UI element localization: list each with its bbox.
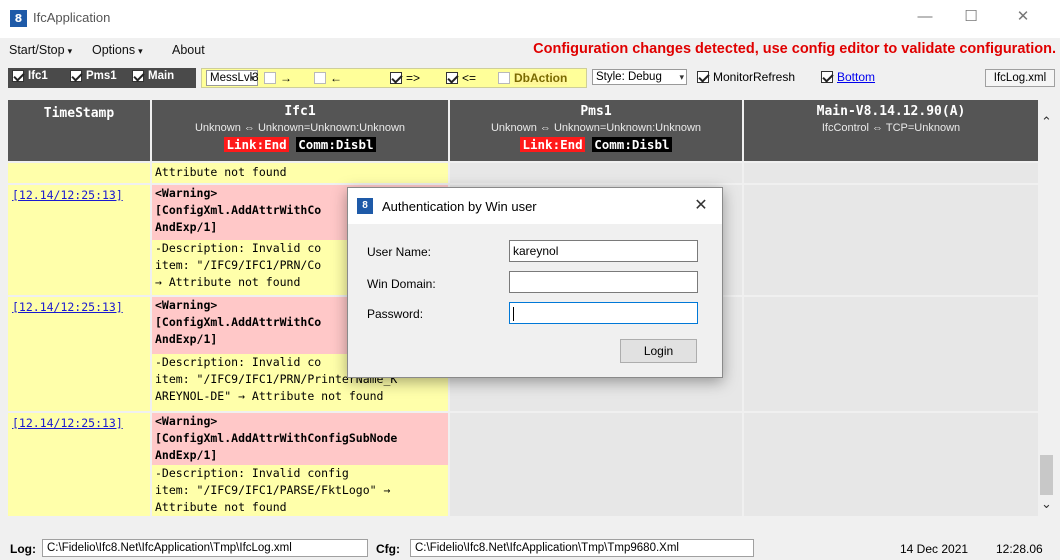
title-bar: 8 IfcApplication — ☐ ✕	[0, 0, 1060, 38]
dialog-title: Authentication by Win user	[382, 199, 537, 214]
app-icon: 8	[10, 10, 27, 27]
checkbox[interactable]	[264, 72, 276, 84]
table-row-message: Attribute not found	[152, 163, 448, 183]
column-header-ifc1[interactable]: Ifc1 Unknown ⇔ Unknown=Unknown:Unknown L…	[152, 100, 450, 161]
menu-options[interactable]: Options ▾	[92, 43, 143, 57]
scroll-up-icon[interactable]: ⌃	[1038, 114, 1055, 131]
checkbox[interactable]	[12, 70, 24, 82]
table-row-timestamp	[8, 163, 150, 183]
channel-toggle-group: Ifc1 Pms1 Main	[8, 68, 196, 88]
toggle-send[interactable]: =>	[390, 71, 420, 85]
scroll-thumb[interactable]	[1040, 455, 1053, 495]
minimize-button[interactable]: —	[902, 0, 948, 34]
checkbox[interactable]	[132, 70, 144, 82]
table-cell	[450, 163, 742, 183]
filter-group: MessLvl3 ▾ → ← => <= DbAction	[201, 68, 587, 88]
scroll-down-icon[interactable]: ⌄	[1038, 496, 1055, 513]
log-label: Log:	[10, 542, 36, 556]
checkbox[interactable]	[390, 72, 402, 84]
table-cell	[450, 413, 742, 516]
link-status-badge: Link:End	[520, 137, 585, 152]
toggle-pms1[interactable]: Pms1	[70, 70, 117, 82]
win-domain-field[interactable]	[509, 271, 698, 293]
chevron-down-icon: ▾	[679, 72, 684, 82]
column-header-pms1[interactable]: Pms1 Unknown ⇔ Unknown=Unknown:Unknown L…	[450, 100, 744, 161]
maximize-button[interactable]: ☐	[948, 0, 994, 34]
comm-status-badge: Comm:Disbl	[592, 137, 672, 152]
style-select[interactable]: Style: Debug ▾	[592, 69, 687, 85]
status-date: 14 Dec 2021	[900, 542, 969, 556]
table-cell	[744, 185, 1038, 295]
user-name-label: User Name:	[367, 245, 432, 259]
timestamp-link[interactable]: [12.14/12:25:13]	[8, 413, 150, 516]
password-label: Password:	[367, 307, 424, 321]
close-button[interactable]: ✕	[1000, 0, 1046, 34]
link-status-badge: Link:End	[224, 137, 289, 152]
toggle-arrow-left[interactable]: ←	[314, 71, 342, 85]
table-cell	[744, 413, 1038, 516]
checkbox[interactable]	[697, 71, 709, 83]
dialog-title-bar: 8 Authentication by Win user ✕	[348, 188, 722, 224]
toolbar: Ifc1 Pms1 Main MessLvl3 ▾ → ← => <= DbAct…	[0, 66, 1060, 92]
authentication-dialog: 8 Authentication by Win user ✕ User Name…	[347, 187, 723, 378]
text-cursor	[513, 306, 514, 321]
menu-bar: Start/Stop ▾ Options ▾ About Configuration…	[0, 38, 1060, 62]
vertical-scrollbar[interactable]: ⌃ ⌄	[1038, 100, 1055, 516]
chevron-down-icon: ▾	[250, 73, 255, 83]
password-field[interactable]	[509, 302, 698, 324]
toggle-monitor-refresh[interactable]: MonitorRefresh	[697, 70, 795, 84]
timestamp-link[interactable]: [12.14/12:25:13]	[8, 185, 150, 295]
user-name-field[interactable]	[509, 240, 698, 262]
toggle-main[interactable]: Main	[132, 70, 174, 82]
status-time: 12:28.06	[996, 542, 1043, 556]
cfg-label: Cfg:	[376, 542, 400, 556]
chevron-down-icon: ▾	[138, 46, 143, 56]
checkbox[interactable]	[70, 70, 82, 82]
message-level-select[interactable]: MessLvl3 ▾	[206, 70, 259, 86]
column-header-timestamp[interactable]: TimeStamp	[8, 100, 152, 161]
toggle-arrow-right[interactable]: →	[264, 71, 292, 85]
login-button[interactable]: Login	[620, 339, 697, 363]
bottom-link[interactable]: Bottom	[837, 70, 875, 84]
checkbox[interactable]	[314, 72, 326, 84]
table-cell	[744, 163, 1038, 183]
log-path-field[interactable]: C:\Fidelio\Ifc8.Net\IfcApplication\Tmp\I…	[42, 539, 368, 557]
column-header-main[interactable]: Main-V8.14.12.90(A) IfcControl ⇔ TCP=Unk…	[744, 100, 1038, 161]
checkbox[interactable]	[498, 72, 510, 84]
table-row-message: <Warning> [ConfigXml.AddAttrWithConfigSub…	[152, 413, 448, 516]
log-file-button[interactable]: IfcLog.xml	[985, 69, 1055, 87]
win-domain-label: Win Domain:	[367, 277, 436, 291]
status-bar: Log: C:\Fidelio\Ifc8.Net\IfcApplication\…	[0, 535, 1060, 560]
window-title: IfcApplication	[33, 10, 111, 25]
comm-status-badge: Comm:Disbl	[296, 137, 376, 152]
menu-about[interactable]: About	[172, 43, 205, 57]
chevron-down-icon: ▾	[67, 46, 73, 56]
menu-start-stop[interactable]: Start/Stop ▾	[9, 43, 72, 57]
checkbox[interactable]	[446, 72, 458, 84]
toggle-receive[interactable]: <=	[446, 71, 476, 85]
table-cell	[744, 297, 1038, 411]
app-icon: 8	[357, 198, 373, 214]
toggle-bottom[interactable]: Bottom	[821, 70, 875, 84]
checkbox[interactable]	[821, 71, 833, 83]
toggle-ifc1[interactable]: Ifc1	[12, 70, 48, 82]
cfg-path-field[interactable]: C:\Fidelio\Ifc8.Net\IfcApplication\Tmp\T…	[410, 539, 754, 557]
toggle-dbaction[interactable]: DbAction	[498, 71, 568, 85]
timestamp-link[interactable]: [12.14/12:25:13]	[8, 297, 150, 411]
dialog-close-icon[interactable]: ✕	[688, 194, 714, 218]
config-changes-alert: Configuration changes detected, use conf…	[533, 41, 1056, 57]
